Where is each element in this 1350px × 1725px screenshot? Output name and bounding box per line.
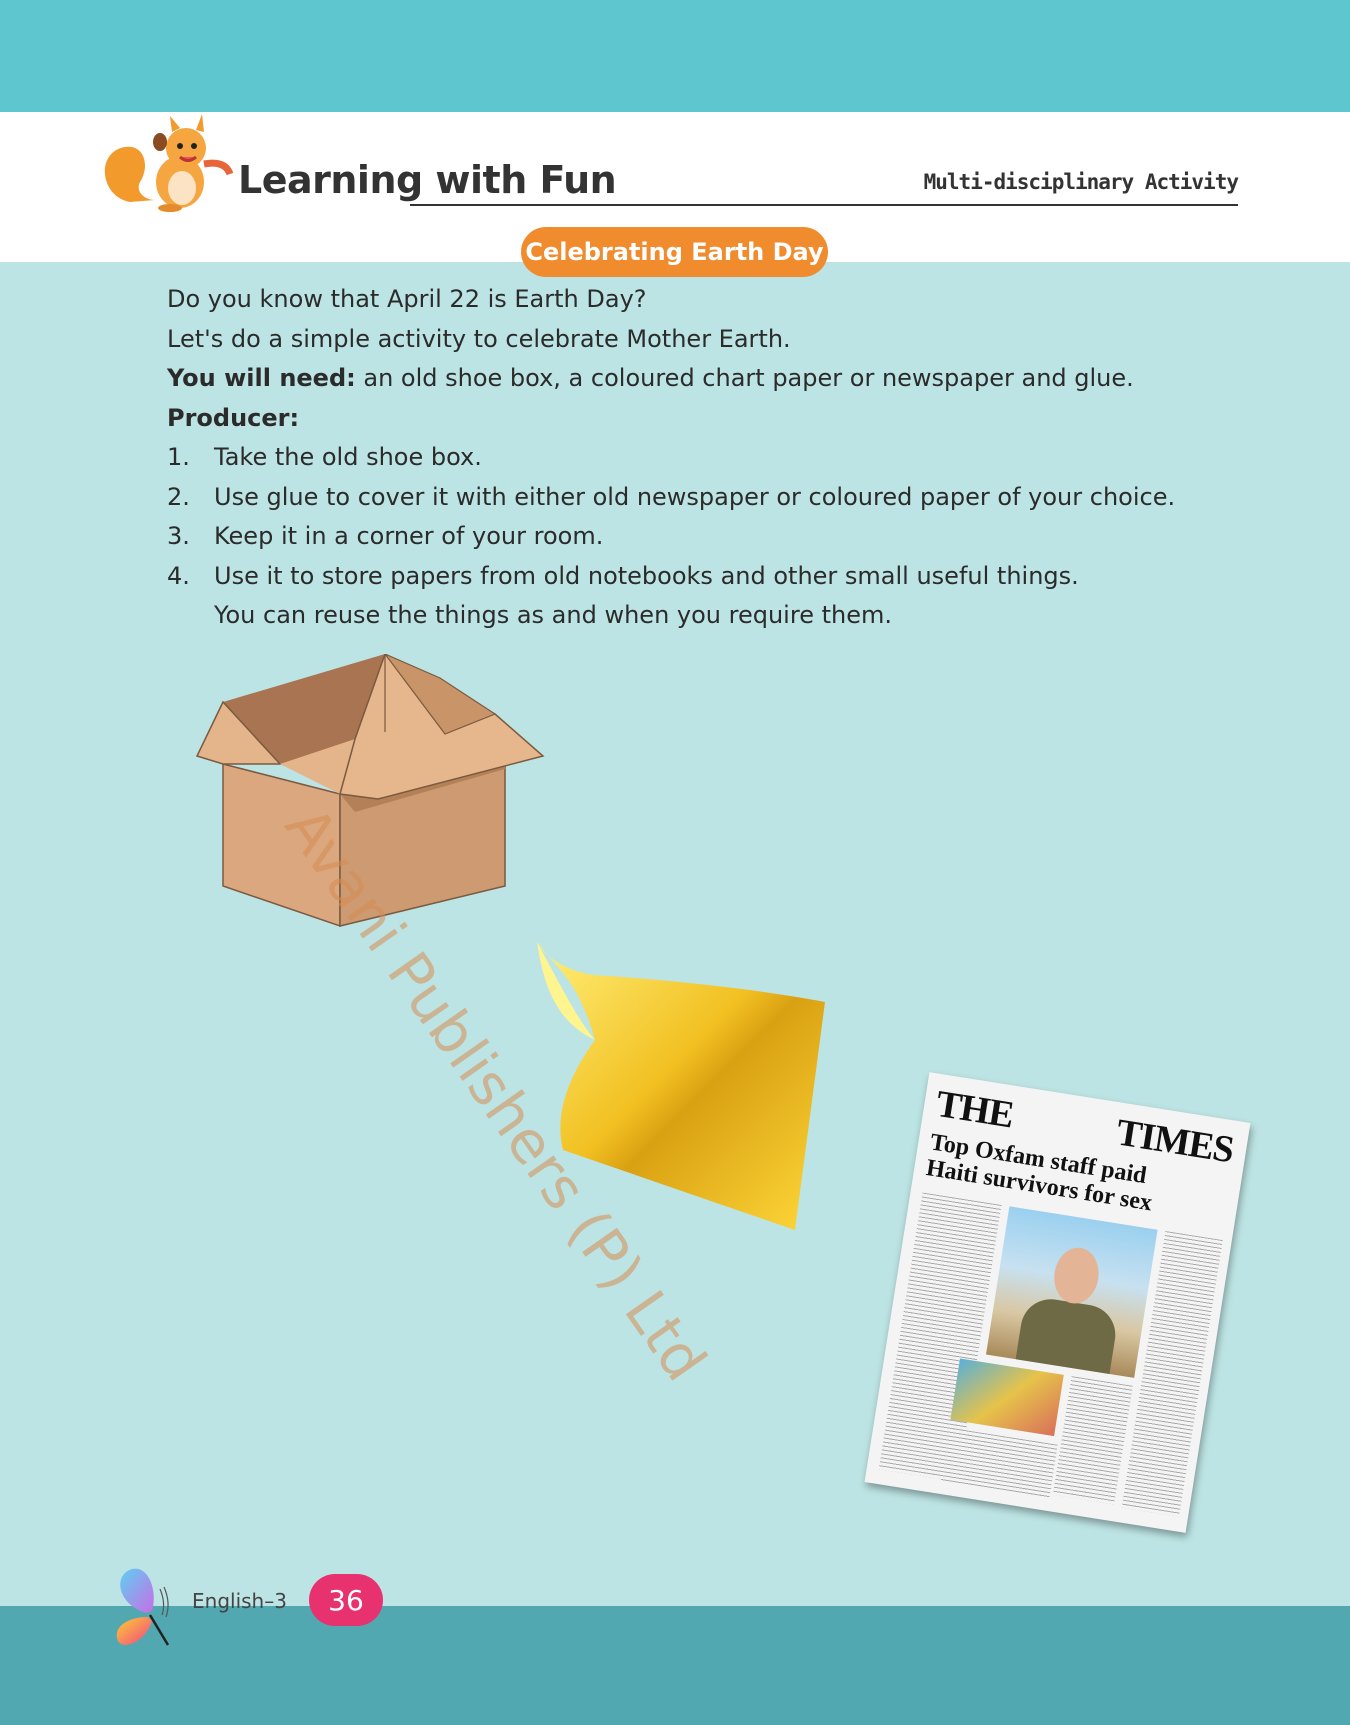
section-title-pill: Celebrating Earth Day xyxy=(521,227,828,277)
step-text: You can reuse the things as and when you… xyxy=(214,601,892,629)
bottom-band xyxy=(0,1606,1350,1725)
intro-line: Let's do a simple activity to celebrate … xyxy=(167,324,791,353)
step-item: 3. Keep it in a corner of your room. xyxy=(167,517,1207,557)
top-band xyxy=(0,0,1350,112)
step-text: Keep it in a corner of your room. xyxy=(214,522,604,550)
step-item: You can reuse the things as and when you… xyxy=(167,596,1207,636)
needs-line: You will need: an old shoe box, a colour… xyxy=(167,359,1207,399)
butterfly-logo-icon xyxy=(116,1568,170,1646)
newspaper-text-column xyxy=(1052,1376,1133,1505)
page-number: 36 xyxy=(328,1583,364,1617)
steps-list: 1. Take the old shoe box. 2. Use glue to c… xyxy=(167,438,1207,636)
page-number-badge: 36 xyxy=(309,1574,383,1626)
step-item: 2. Use glue to cover it with either old n… xyxy=(167,478,1207,518)
step-number: 2. xyxy=(167,482,190,511)
step-number: 3. xyxy=(167,522,190,550)
step-item: 1. Take the old shoe box. xyxy=(167,438,1207,478)
squirrel-mascot-icon xyxy=(104,114,234,212)
procedure-label: Producer: xyxy=(167,403,300,432)
intro-line: Do you know that April 22 is Earth Day? xyxy=(167,285,647,313)
needs-text: an old shoe box, a coloured chart paper … xyxy=(355,364,1134,392)
footer-book-label: English–3 xyxy=(192,1589,287,1613)
step-text: Take the old shoe box. xyxy=(214,443,482,471)
step-item: 4. Use it to store papers from old notebo… xyxy=(167,557,1207,597)
newspaper-masthead-left: THE xyxy=(933,1082,1017,1137)
activity-body: Do you know that April 22 is Earth Day? … xyxy=(167,280,1207,636)
newspaper-illustration: THE TIMES Top Oxfam staff paid Haiti sur… xyxy=(864,1072,1251,1533)
header-rule xyxy=(410,204,1238,206)
header-title: Learning with Fun xyxy=(238,158,617,202)
step-number: 4. xyxy=(167,561,190,590)
needs-label: You will need: xyxy=(167,364,356,392)
step-text: Use it to store papers from old notebook… xyxy=(214,561,1079,590)
newspaper-text-column xyxy=(940,1427,1058,1500)
step-text: Use glue to cover it with either old new… xyxy=(214,482,1176,511)
step-number: 1. xyxy=(167,443,190,471)
newspaper-photo xyxy=(950,1358,1064,1437)
header-activity-label: Multi-disciplinary Activity xyxy=(923,170,1239,194)
section-title: Celebrating Earth Day xyxy=(525,238,824,266)
